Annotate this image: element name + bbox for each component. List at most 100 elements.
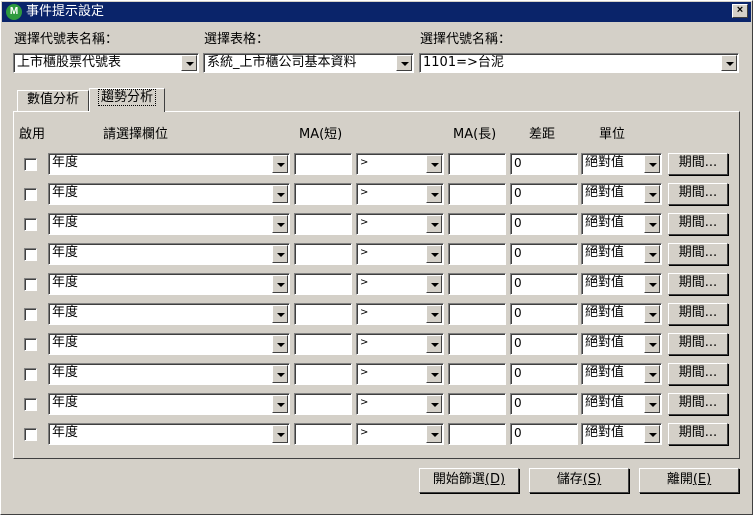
field-select[interactable]: 年度 <box>48 243 290 265</box>
chevron-down-icon[interactable] <box>272 335 288 353</box>
chevron-down-icon[interactable] <box>644 425 660 443</box>
code-name-select[interactable]: 1101=>台泥 <box>419 53 739 73</box>
ma-short-input[interactable] <box>294 183 352 205</box>
tab-trend-analysis[interactable]: 趨勢分析 <box>89 88 165 112</box>
ma-long-input[interactable] <box>448 333 506 355</box>
enable-checkbox[interactable] <box>24 338 37 351</box>
chevron-down-icon[interactable] <box>272 305 288 323</box>
chevron-down-icon[interactable] <box>644 185 660 203</box>
field-select[interactable]: 年度 <box>48 213 290 235</box>
period-button[interactable]: 期間... <box>668 423 728 445</box>
operator-select[interactable]: > <box>356 213 444 235</box>
unit-select[interactable]: 絕對值 <box>581 393 662 415</box>
ma-short-input[interactable] <box>294 273 352 295</box>
chevron-down-icon[interactable] <box>426 365 442 383</box>
table-select[interactable]: 系統_上市櫃公司基本資料 <box>203 53 414 73</box>
field-select[interactable]: 年度 <box>48 273 290 295</box>
enable-checkbox[interactable] <box>24 428 37 441</box>
save-button[interactable]: 儲存(S) <box>529 468 629 493</box>
period-button[interactable]: 期間... <box>668 333 728 355</box>
enable-checkbox[interactable] <box>24 218 37 231</box>
unit-select[interactable]: 絕對值 <box>581 153 662 175</box>
diff-input[interactable]: 0 <box>510 243 578 265</box>
diff-input[interactable]: 0 <box>510 333 578 355</box>
period-button[interactable]: 期間... <box>668 363 728 385</box>
code-table-select[interactable]: 上市櫃股票代號表 <box>13 53 199 73</box>
unit-select[interactable]: 絕對值 <box>581 183 662 205</box>
unit-select[interactable]: 絕對值 <box>581 243 662 265</box>
ma-short-input[interactable] <box>294 333 352 355</box>
diff-input[interactable]: 0 <box>510 303 578 325</box>
ma-short-input[interactable] <box>294 243 352 265</box>
field-select[interactable]: 年度 <box>48 333 290 355</box>
ma-short-input[interactable] <box>294 423 352 445</box>
chevron-down-icon[interactable] <box>272 425 288 443</box>
ma-long-input[interactable] <box>448 183 506 205</box>
operator-select[interactable]: > <box>356 423 444 445</box>
chevron-down-icon[interactable] <box>272 395 288 413</box>
ma-long-input[interactable] <box>448 423 506 445</box>
chevron-down-icon[interactable] <box>426 395 442 413</box>
diff-input[interactable]: 0 <box>510 213 578 235</box>
unit-select[interactable]: 絕對值 <box>581 213 662 235</box>
operator-select[interactable]: > <box>356 273 444 295</box>
diff-input[interactable]: 0 <box>510 393 578 415</box>
chevron-down-icon[interactable] <box>644 365 660 383</box>
operator-select[interactable]: > <box>356 243 444 265</box>
chevron-down-icon[interactable] <box>426 335 442 353</box>
ma-long-input[interactable] <box>448 273 506 295</box>
ma-long-input[interactable] <box>448 153 506 175</box>
period-button[interactable]: 期間... <box>668 213 728 235</box>
enable-checkbox[interactable] <box>24 278 37 291</box>
chevron-down-icon[interactable] <box>644 305 660 323</box>
chevron-down-icon[interactable] <box>272 215 288 233</box>
chevron-down-icon[interactable] <box>272 365 288 383</box>
chevron-down-icon[interactable] <box>426 155 442 173</box>
tab-numeric-analysis[interactable]: 數值分析 <box>17 90 89 112</box>
diff-input[interactable]: 0 <box>510 183 578 205</box>
chevron-down-icon[interactable] <box>644 215 660 233</box>
chevron-down-icon[interactable] <box>426 185 442 203</box>
chevron-down-icon[interactable] <box>426 425 442 443</box>
ma-long-input[interactable] <box>448 393 506 415</box>
ma-long-input[interactable] <box>448 213 506 235</box>
field-select[interactable]: 年度 <box>48 303 290 325</box>
chevron-down-icon[interactable] <box>426 275 442 293</box>
chevron-down-icon[interactable] <box>272 155 288 173</box>
period-button[interactable]: 期間... <box>668 183 728 205</box>
chevron-down-icon[interactable] <box>181 55 197 71</box>
period-button[interactable]: 期間... <box>668 273 728 295</box>
enable-checkbox[interactable] <box>24 368 37 381</box>
ma-long-input[interactable] <box>448 363 506 385</box>
chevron-down-icon[interactable] <box>644 155 660 173</box>
enable-checkbox[interactable] <box>24 308 37 321</box>
chevron-down-icon[interactable] <box>272 275 288 293</box>
unit-select[interactable]: 絕對值 <box>581 333 662 355</box>
chevron-down-icon[interactable] <box>644 335 660 353</box>
field-select[interactable]: 年度 <box>48 183 290 205</box>
start-filter-button[interactable]: 開始篩選(D) <box>419 468 519 493</box>
operator-select[interactable]: > <box>356 333 444 355</box>
field-select[interactable]: 年度 <box>48 153 290 175</box>
unit-select[interactable]: 絕對值 <box>581 423 662 445</box>
chevron-down-icon[interactable] <box>272 185 288 203</box>
chevron-down-icon[interactable] <box>426 215 442 233</box>
operator-select[interactable]: > <box>356 363 444 385</box>
chevron-down-icon[interactable] <box>644 395 660 413</box>
enable-checkbox[interactable] <box>24 248 37 261</box>
unit-select[interactable]: 絕對值 <box>581 363 662 385</box>
diff-input[interactable]: 0 <box>510 273 578 295</box>
ma-long-input[interactable] <box>448 243 506 265</box>
title-bar[interactable]: M 事件提示設定 × <box>2 2 751 22</box>
operator-select[interactable]: > <box>356 303 444 325</box>
period-button[interactable]: 期間... <box>668 393 728 415</box>
period-button[interactable]: 期間... <box>668 303 728 325</box>
ma-long-input[interactable] <box>448 303 506 325</box>
chevron-down-icon[interactable] <box>426 305 442 323</box>
chevron-down-icon[interactable] <box>426 245 442 263</box>
operator-select[interactable]: > <box>356 393 444 415</box>
field-select[interactable]: 年度 <box>48 363 290 385</box>
operator-select[interactable]: > <box>356 183 444 205</box>
ma-short-input[interactable] <box>294 303 352 325</box>
enable-checkbox[interactable] <box>24 398 37 411</box>
